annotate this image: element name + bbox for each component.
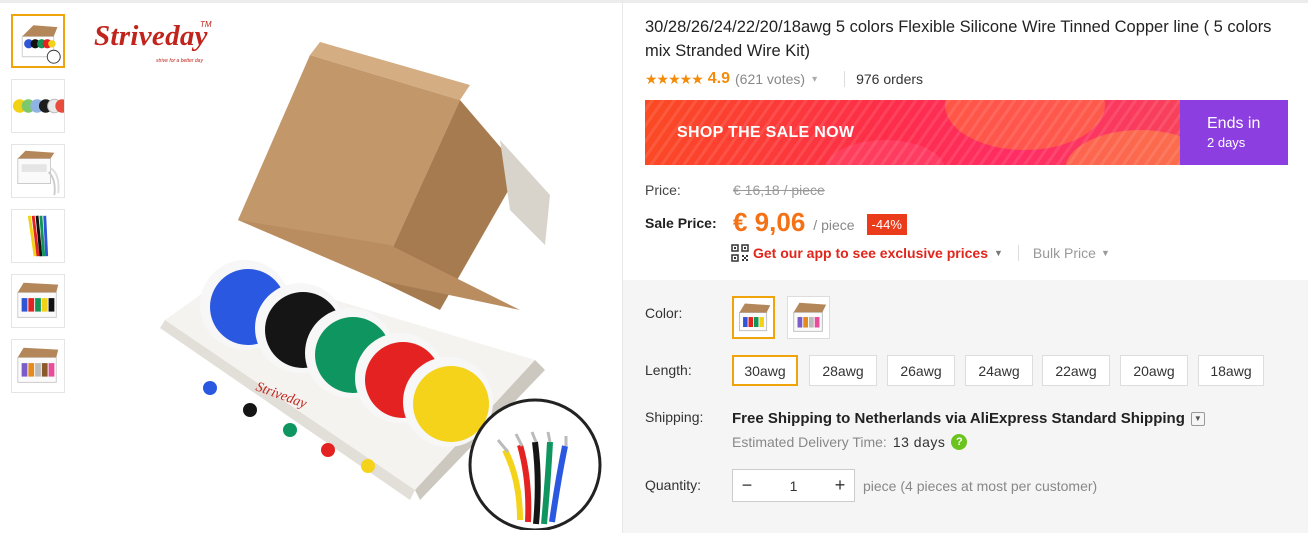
divider bbox=[1017, 245, 1019, 261]
caret-down-icon[interactable]: ▼ bbox=[1101, 248, 1110, 258]
quantity-limit-note: piece (4 pieces at most per customer) bbox=[863, 478, 1098, 494]
votes-link[interactable]: (621 votes) bbox=[735, 71, 805, 87]
thumbnail-3[interactable] bbox=[11, 144, 65, 198]
sale-banner-cta[interactable]: SHOP THE SALE NOW bbox=[645, 100, 1180, 165]
quantity-increase-button[interactable]: + bbox=[826, 470, 854, 501]
product-title: 30/28/26/24/22/20/18awg 5 colors Flexibl… bbox=[645, 18, 1272, 60]
app-prices-link[interactable]: Get our app to see exclusive prices bbox=[753, 245, 988, 261]
sale-cta-text[interactable]: SHOP THE SALE NOW bbox=[677, 124, 854, 142]
delivery-estimate-label: Estimated Delivery Time: bbox=[732, 434, 887, 450]
original-price-row: Price: € 16,18 / piece bbox=[645, 182, 825, 198]
thumbnail-1[interactable] bbox=[11, 14, 65, 68]
length-option-20awg[interactable]: 20awg bbox=[1120, 355, 1188, 386]
caret-down-icon[interactable]: ▼ bbox=[994, 248, 1003, 258]
star-rating-icon: ★★★★★ bbox=[645, 70, 704, 87]
quantity-stepper: − 1 + bbox=[732, 469, 855, 502]
sale-banner[interactable]: SHOP THE SALE NOW Ends in 2 days bbox=[645, 100, 1288, 165]
bulk-price-link[interactable]: Bulk Price bbox=[1033, 245, 1096, 261]
delivery-estimate: Estimated Delivery Time: 13 days ? bbox=[732, 434, 968, 450]
divider bbox=[844, 71, 846, 87]
length-option-24awg[interactable]: 24awg bbox=[965, 355, 1033, 386]
thumbnail-2[interactable] bbox=[11, 79, 65, 133]
brand-tagline: strive for a better day bbox=[156, 58, 203, 64]
orders-count: 976 orders bbox=[856, 71, 924, 87]
discount-badge: -44% bbox=[866, 214, 907, 235]
thumbnail-6[interactable] bbox=[11, 339, 65, 393]
length-option-30awg[interactable]: 30awg bbox=[732, 355, 798, 386]
price-label: Price: bbox=[645, 182, 681, 198]
shipping-method-text: Free Shipping to Netherlands via AliExpr… bbox=[732, 410, 1185, 427]
shipping-method: Free Shipping to Netherlands via AliExpr… bbox=[732, 410, 1205, 427]
sale-price: € 9,06 bbox=[733, 207, 806, 237]
rating-value: 4.9 bbox=[707, 70, 731, 87]
original-price: € 16,18 / piece bbox=[733, 182, 825, 198]
main-product-image[interactable]: Striveday TM strive for a better day Str… bbox=[80, 10, 620, 532]
sku-options: Color: Length: 30awg 28awg 26awg 24awg 2… bbox=[623, 280, 1308, 533]
brand-trademark: TM bbox=[200, 20, 212, 29]
thumbnail-list bbox=[11, 14, 67, 404]
brand-logo: Striveday TM strive for a better day bbox=[94, 20, 212, 64]
length-option-28awg[interactable]: 28awg bbox=[809, 355, 877, 386]
rating-row: ★★★★★ 4.9 (621 votes) ▾ 976 orders bbox=[645, 69, 923, 89]
length-label: Length: bbox=[645, 362, 692, 378]
length-option-22awg[interactable]: 22awg bbox=[1042, 355, 1110, 386]
quantity-label: Quantity: bbox=[645, 477, 702, 493]
sale-price-label: Sale Price: bbox=[645, 214, 717, 231]
delivery-estimate-value: 13 days bbox=[892, 434, 946, 450]
quantity-input[interactable]: 1 bbox=[761, 478, 826, 494]
length-option-18awg[interactable]: 18awg bbox=[1198, 355, 1264, 386]
wire-kit-box-illustration: Striveday bbox=[160, 42, 602, 532]
per-piece-unit: / piece bbox=[813, 216, 855, 233]
help-icon[interactable]: ? bbox=[951, 434, 968, 450]
thumbnail-5[interactable] bbox=[11, 274, 65, 328]
shipping-label: Shipping: bbox=[645, 409, 704, 425]
chevron-down-icon[interactable]: ▼ bbox=[1190, 411, 1205, 426]
color-option-box-2[interactable] bbox=[787, 296, 830, 339]
color-option-box-1[interactable] bbox=[732, 296, 775, 339]
qr-code-icon bbox=[731, 244, 749, 262]
sale-countdown: Ends in 2 days bbox=[1180, 100, 1288, 165]
app-price-row: Get our app to see exclusive prices ▼ Bu… bbox=[731, 244, 1110, 262]
color-label: Color: bbox=[645, 305, 683, 321]
ends-in-value: 2 days bbox=[1207, 135, 1246, 150]
chevron-down-icon[interactable]: ▾ bbox=[812, 74, 817, 85]
product-details-panel: 30/28/26/24/22/20/18awg 5 colors Flexibl… bbox=[622, 0, 1308, 533]
brand-name: Striveday bbox=[94, 20, 208, 52]
thumbnail-4[interactable] bbox=[11, 209, 65, 263]
sale-price-row: Sale Price: € 9,06 / piece -44% bbox=[645, 207, 907, 238]
length-option-26awg[interactable]: 26awg bbox=[887, 355, 955, 386]
ends-in-label: Ends in bbox=[1207, 115, 1261, 132]
quantity-decrease-button[interactable]: − bbox=[733, 470, 761, 501]
